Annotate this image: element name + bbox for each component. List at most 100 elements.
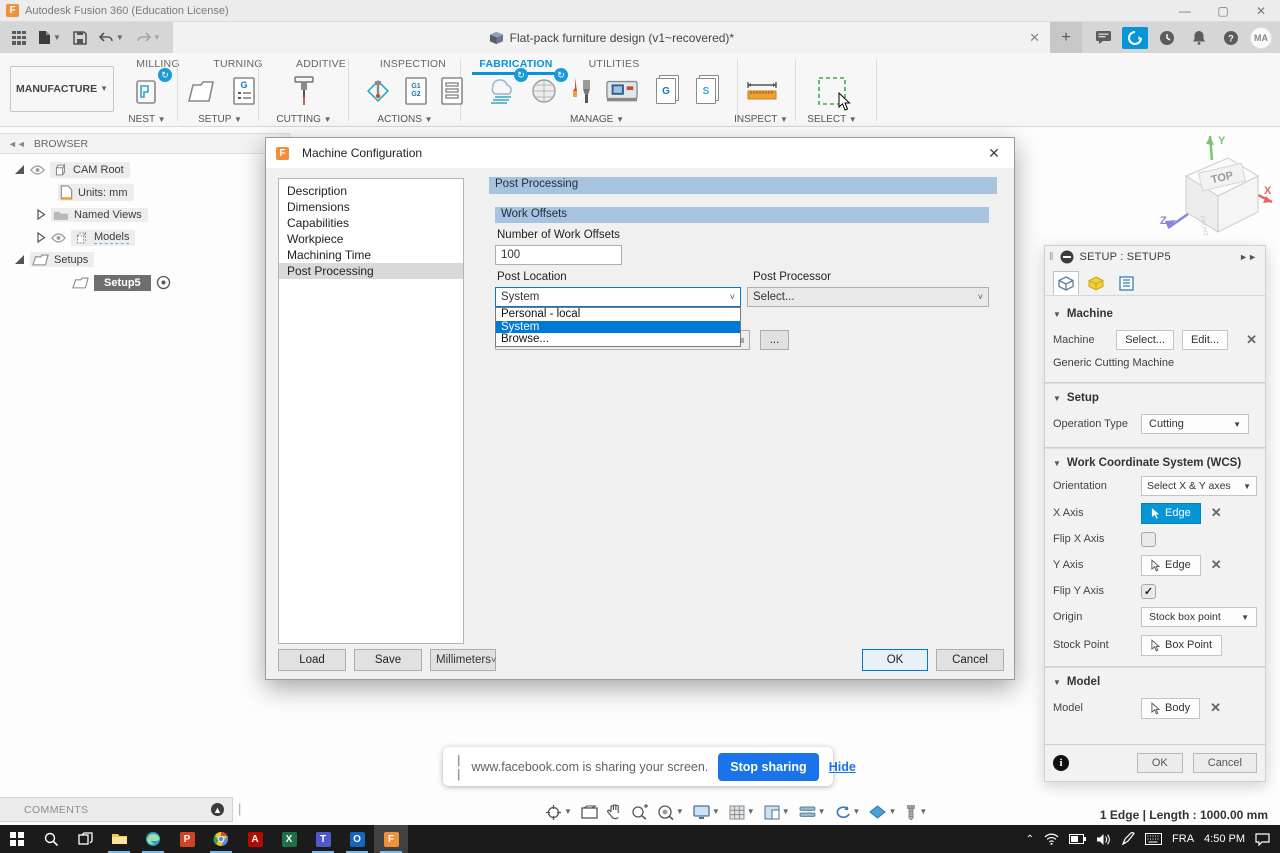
tray-chevron-icon[interactable]: ⌃ [1026, 834, 1034, 845]
load-button[interactable]: Load [278, 649, 346, 671]
y-axis-edge-button[interactable]: Edge [1141, 554, 1201, 576]
sphere-nc-icon[interactable]: ↻ [526, 68, 568, 109]
info-icon[interactable]: i [1053, 755, 1069, 771]
cutting-tool-icon[interactable] [286, 73, 322, 109]
close-button[interactable]: ✕ [1242, 0, 1280, 21]
dialog-close-icon[interactable]: ✕ [984, 145, 1004, 162]
machine-edit-button[interactable]: Edit... [1181, 330, 1229, 350]
units-combobox[interactable]: Millimeters ˅ [430, 649, 496, 671]
document-tab[interactable]: Flat-pack furniture design (v1~recovered… [172, 22, 1050, 53]
post-location-dropdown[interactable]: Personal - local System Browse... [495, 307, 741, 347]
setup-cancel-button[interactable]: Cancel [1192, 753, 1257, 773]
ribbon-tab-fabrication[interactable]: FABRICATION [479, 58, 552, 70]
post-location-combobox[interactable]: System ˅ [495, 287, 741, 307]
chrome-icon[interactable] [204, 825, 238, 853]
orientation-dropdown[interactable]: Select X & Y axes ▼ [1141, 476, 1257, 496]
x-axis-edge-button[interactable]: Edge [1141, 502, 1201, 524]
tab-stock[interactable] [1083, 271, 1109, 295]
number-of-work-offsets-input[interactable]: 100 [495, 245, 622, 265]
look-at-icon[interactable] [578, 803, 601, 821]
battery-icon[interactable] [1069, 834, 1087, 844]
collapsed-triangle-icon[interactable] [36, 232, 46, 243]
zoom-icon[interactable] [628, 802, 651, 822]
setup-ok-button[interactable]: OK [1136, 753, 1183, 773]
fit-icon[interactable]: ▼ [654, 802, 687, 822]
group-label-inspect[interactable]: INSPECT ▼ [734, 114, 788, 125]
origin-dropdown[interactable]: Stock box point ▼ [1141, 607, 1257, 627]
ribbon-tab-milling[interactable]: MILLING [136, 58, 179, 70]
panel-grip-icon[interactable]: ‖ [1049, 251, 1054, 263]
undo-button[interactable]: ▼ [95, 29, 128, 47]
browser-header[interactable]: ◄◄ BROWSER [0, 133, 290, 154]
probe-icon[interactable] [360, 73, 396, 109]
app-launcher-icon[interactable] [8, 28, 30, 48]
nest-icon[interactable]: ↻ [130, 68, 172, 109]
history-icon[interactable] [1154, 27, 1180, 49]
active-setup-icon[interactable] [156, 275, 171, 290]
orbit-icon[interactable]: ▼ [542, 802, 575, 823]
setup-folder-icon[interactable] [184, 73, 220, 109]
visibility-eye-icon[interactable] [51, 232, 66, 243]
wifi-icon[interactable] [1044, 833, 1059, 845]
tool-library-icon[interactable] [564, 73, 600, 109]
tab-close-icon[interactable]: ✕ [1029, 30, 1040, 46]
nest-study-icon[interactable]: ↻ [486, 68, 528, 109]
ribbon-tab-additive[interactable]: ADDITIVE [296, 58, 346, 70]
tree-item-cam-root[interactable]: CAM Root [14, 161, 130, 178]
taskbar-search-icon[interactable] [34, 825, 68, 853]
display-settings-icon[interactable]: ▼ [690, 803, 723, 822]
collapse-browser-icon[interactable]: ◄◄ [8, 139, 26, 149]
cancel-button[interactable]: Cancel [936, 649, 1004, 671]
clock[interactable]: 4:50 PM [1204, 833, 1245, 845]
nav-item-dimensions[interactable]: Dimensions [279, 199, 463, 215]
grid-icon[interactable]: ▼ [726, 803, 758, 822]
start-button[interactable] [0, 825, 34, 853]
tree-item-setups[interactable]: Setups [14, 251, 95, 268]
nav-item-machining-time[interactable]: Machining Time [279, 247, 463, 263]
clear-machine-icon[interactable]: ✕ [1246, 332, 1257, 348]
redo-button[interactable]: ▼ [132, 29, 165, 47]
section-layers-icon[interactable]: ▼ [796, 803, 829, 821]
group-label-setup[interactable]: SETUP ▼ [198, 114, 242, 125]
post-document-icon[interactable]: G [226, 73, 262, 109]
group-label-cutting[interactable]: CUTTING ▼ [276, 114, 331, 125]
clear-y-axis-icon[interactable]: ✕ [1211, 557, 1222, 573]
dialog-titlebar[interactable]: F Machine Configuration ✕ [266, 138, 1014, 168]
environment-icon[interactable]: ▼ [866, 803, 899, 821]
group-label-actions[interactable]: ACTIONS ▼ [377, 114, 432, 125]
pen-icon[interactable] [1121, 832, 1135, 846]
ribbon-tab-inspection[interactable]: INSPECTION [380, 58, 446, 70]
expanded-triangle-icon[interactable] [14, 254, 25, 265]
model-section-header[interactable]: ▼ Model [1053, 676, 1257, 688]
option-browse[interactable]: Browse... [496, 333, 740, 346]
teams-icon[interactable]: T [306, 825, 340, 853]
action-center-icon[interactable] [1255, 832, 1270, 846]
setup-panel-header[interactable]: ‖ SETUP : SETUP5 ►► [1045, 246, 1265, 268]
maximize-button[interactable]: ▢ [1204, 0, 1242, 21]
tab-post-process[interactable] [1113, 271, 1139, 295]
tree-item-named-views[interactable]: Named Views [36, 206, 148, 223]
tree-item-setup5[interactable]: Setup5 [72, 274, 171, 291]
save-button[interactable] [69, 28, 91, 48]
nav-item-workpiece[interactable]: Workpiece [279, 231, 463, 247]
expanded-triangle-icon[interactable] [14, 164, 25, 175]
browse-post-button[interactable]: ... [760, 330, 789, 350]
collapse-panel-icon[interactable]: ►► [1239, 252, 1257, 262]
expand-comments-icon[interactable]: ▲ [211, 803, 224, 816]
machine-library-icon[interactable] [604, 73, 640, 109]
visibility-eye-icon[interactable] [30, 164, 45, 175]
measure-ruler-icon[interactable] [744, 73, 780, 109]
task-view-icon[interactable] [68, 825, 102, 853]
manufacture-workspace-button[interactable]: MANUFACTURE ▼ [10, 66, 114, 112]
setup-section-header[interactable]: ▼ Setup [1053, 392, 1257, 404]
stock-point-button[interactable]: Box Point [1141, 634, 1223, 656]
tab-setup[interactable] [1053, 271, 1079, 295]
ribbon-tab-utilities[interactable]: UTILITIES [589, 58, 640, 70]
language-indicator[interactable]: FRA [1172, 833, 1194, 845]
comments-bar[interactable]: COMMENTS ▲ [0, 797, 233, 822]
viewports-icon[interactable]: ▼ [761, 803, 793, 822]
touch-keyboard-icon[interactable] [1145, 833, 1163, 845]
viewport[interactable]: ◄◄ BROWSER CAM Root Units: mm Named View… [0, 127, 1280, 825]
machine-select-button[interactable]: Select... [1116, 330, 1174, 350]
tree-item-models[interactable]: Models [36, 229, 136, 246]
